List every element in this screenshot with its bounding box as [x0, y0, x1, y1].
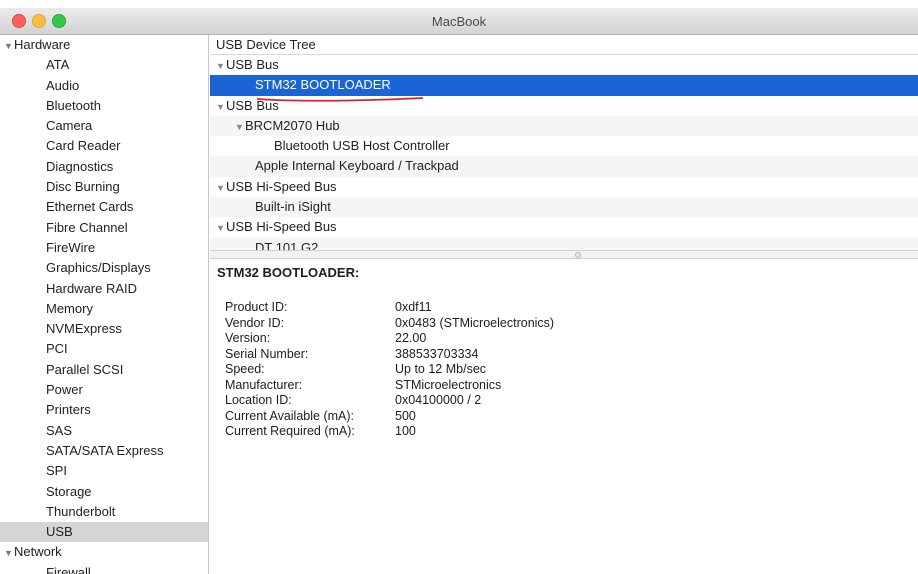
- tree-row[interactable]: ▼USB Bus: [210, 95, 918, 117]
- tree-row-label: Bluetooth USB Host Controller: [274, 138, 450, 154]
- disclosure-triangle-icon[interactable]: ▼: [216, 56, 226, 76]
- tree-row[interactable]: DT 101 G2: [210, 237, 918, 250]
- property-label: Product ID:: [225, 300, 288, 314]
- sidebar-group-label: Network: [14, 544, 62, 560]
- sidebar-item-pci[interactable]: PCI: [0, 339, 208, 359]
- property-label: Speed:: [225, 362, 265, 376]
- property-label: Serial Number:: [225, 346, 309, 361]
- disclosure-triangle-icon[interactable]: ▼: [235, 117, 245, 137]
- tree-row-label: USB Hi-Speed Bus: [226, 219, 337, 235]
- sidebar: ▼Hardware ATA Audio Bluetooth Camera Card Rea…: [0, 35, 209, 574]
- tree-row[interactable]: Apple Internal Keyboard / Trackpad: [210, 156, 918, 177]
- property-value: 388533703334: [395, 346, 479, 361]
- tree-header: USB Device Tree: [210, 35, 918, 55]
- sidebar-item-audio[interactable]: Audio: [0, 76, 208, 96]
- sidebar-item-printers[interactable]: Printers: [0, 400, 208, 420]
- property-row: Current Required (mA): 100: [217, 424, 911, 440]
- tree-row-label: Apple Internal Keyboard / Trackpad: [255, 158, 459, 174]
- sidebar-item-usb[interactable]: USB: [0, 522, 208, 543]
- sidebar-item-fibre-channel[interactable]: Fibre Channel: [0, 218, 208, 238]
- tree-row[interactable]: Bluetooth USB Host Controller: [210, 136, 918, 157]
- sidebar-item-memory[interactable]: Memory: [0, 299, 208, 319]
- sidebar-item-sas[interactable]: SAS: [0, 421, 208, 441]
- tree-row-label: BRCM2070 Hub: [245, 117, 340, 133]
- detail-title: STM32 BOOTLOADER:: [217, 265, 360, 280]
- disclosure-triangle-icon[interactable]: ▼: [216, 178, 226, 198]
- property-value: 0xdf11: [395, 300, 432, 314]
- sidebar-item-card-reader[interactable]: Card Reader: [0, 136, 208, 156]
- disclosure-triangle-icon[interactable]: ▼: [216, 97, 226, 117]
- splitter-handle-icon[interactable]: [575, 252, 581, 258]
- tree-row[interactable]: ▼BRCM2070 Hub: [210, 115, 918, 137]
- property-label: Current Required (mA):: [225, 424, 355, 438]
- sidebar-item-ethernet-cards[interactable]: Ethernet Cards: [0, 197, 208, 217]
- property-value: 500: [395, 408, 416, 423]
- tree-row-label: USB Bus: [226, 97, 279, 113]
- tree-row[interactable]: ▼USB Hi-Speed Bus: [210, 217, 918, 238]
- property-row: Product ID: 0xdf11: [217, 300, 911, 316]
- property-label: Current Available (mA):: [225, 408, 354, 423]
- sidebar-item-nvmexpress[interactable]: NVMExpress: [0, 319, 208, 339]
- detail-pane: STM32 BOOTLOADER: Product ID: 0xdf11 Vendo…: [210, 259, 918, 574]
- sidebar-item-ata[interactable]: ATA: [0, 55, 208, 75]
- property-label: Location ID:: [225, 393, 292, 407]
- sidebar-item-disc-burning[interactable]: Disc Burning: [0, 177, 208, 197]
- tree-row[interactable]: Built-in iSight: [210, 197, 918, 218]
- window-title: MacBook: [431, 14, 487, 29]
- sidebar-item-hardware-raid[interactable]: Hardware RAID: [0, 279, 208, 299]
- disclosure-triangle-icon[interactable]: ▼: [216, 218, 226, 238]
- property-label: Vendor ID:: [225, 315, 285, 330]
- sidebar-item-firewire[interactable]: FireWire: [0, 238, 208, 258]
- property-label: Version:: [225, 331, 271, 345]
- property-row: Location ID: 0x04100000 / 2: [217, 393, 911, 409]
- tree-row-label: Built-in iSight: [255, 199, 331, 215]
- tree-row[interactable]: ▼USB Hi-Speed Bus: [210, 176, 918, 198]
- disclosure-triangle-icon[interactable]: ▼: [4, 36, 14, 56]
- tree-row-label: USB Bus: [226, 57, 279, 72]
- property-row: Vendor ID: 0x0483 (STMicroelectronics): [217, 316, 911, 332]
- property-row: Serial Number: 388533703334: [217, 347, 911, 363]
- property-label: Manufacturer:: [225, 377, 303, 392]
- sidebar-item-parallel-scsi[interactable]: Parallel SCSI: [0, 360, 208, 380]
- property-row: Manufacturer: STMicroelectronics: [217, 378, 911, 394]
- sidebar-item-camera[interactable]: Camera: [0, 116, 208, 136]
- sidebar-item-thunderbolt[interactable]: Thunderbolt: [0, 502, 208, 522]
- property-value: Up to 12 Mb/sec: [395, 362, 487, 376]
- sidebar-group-label: Hardware: [14, 37, 71, 52]
- pane-splitter[interactable]: [210, 250, 918, 259]
- window-titlebar: MacBook: [0, 8, 918, 35]
- tree-row[interactable]: STM32 BOOTLOADER: [210, 75, 918, 96]
- usb-device-tree: USB Device Tree ▼USB Bus STM32 BOOTLOADER…: [210, 35, 918, 250]
- sidebar-item-diagnostics[interactable]: Diagnostics: [0, 157, 208, 177]
- sidebar-item-power[interactable]: Power: [0, 380, 208, 400]
- property-value: 22.00: [395, 331, 427, 345]
- tree-row[interactable]: ▼USB Bus: [210, 55, 918, 76]
- sidebar-item-firewall[interactable]: Firewall: [0, 563, 208, 574]
- sidebar-item-sata-sata-express[interactable]: SATA/SATA Express: [0, 441, 208, 461]
- property-value: 0x0483 (STMicroelectronics): [395, 315, 555, 330]
- sidebar-item-spi[interactable]: SPI: [0, 461, 208, 481]
- sidebar-item-graphics-displays[interactable]: Graphics/Displays: [0, 258, 208, 278]
- tree-row-label: USB Hi-Speed Bus: [226, 178, 337, 194]
- tree-row-label: STM32 BOOTLOADER: [255, 77, 391, 93]
- sidebar-item-storage[interactable]: Storage: [0, 482, 208, 502]
- disclosure-triangle-icon[interactable]: ▼: [4, 543, 14, 563]
- property-value: 0x04100000 / 2: [395, 393, 482, 407]
- property-row: Version: 22.00: [217, 331, 911, 347]
- sidebar-group-hardware[interactable]: ▼Hardware: [0, 35, 208, 55]
- tree-row-label: DT 101 G2: [255, 239, 319, 250]
- sidebar-group-network[interactable]: ▼Network: [0, 542, 208, 562]
- property-value: STMicroelectronics: [395, 377, 502, 392]
- property-row: Speed: Up to 12 Mb/sec: [217, 362, 911, 378]
- property-row: Current Available (mA): 500: [217, 409, 911, 425]
- sidebar-item-bluetooth[interactable]: Bluetooth: [0, 96, 208, 116]
- property-value: 100: [395, 424, 416, 438]
